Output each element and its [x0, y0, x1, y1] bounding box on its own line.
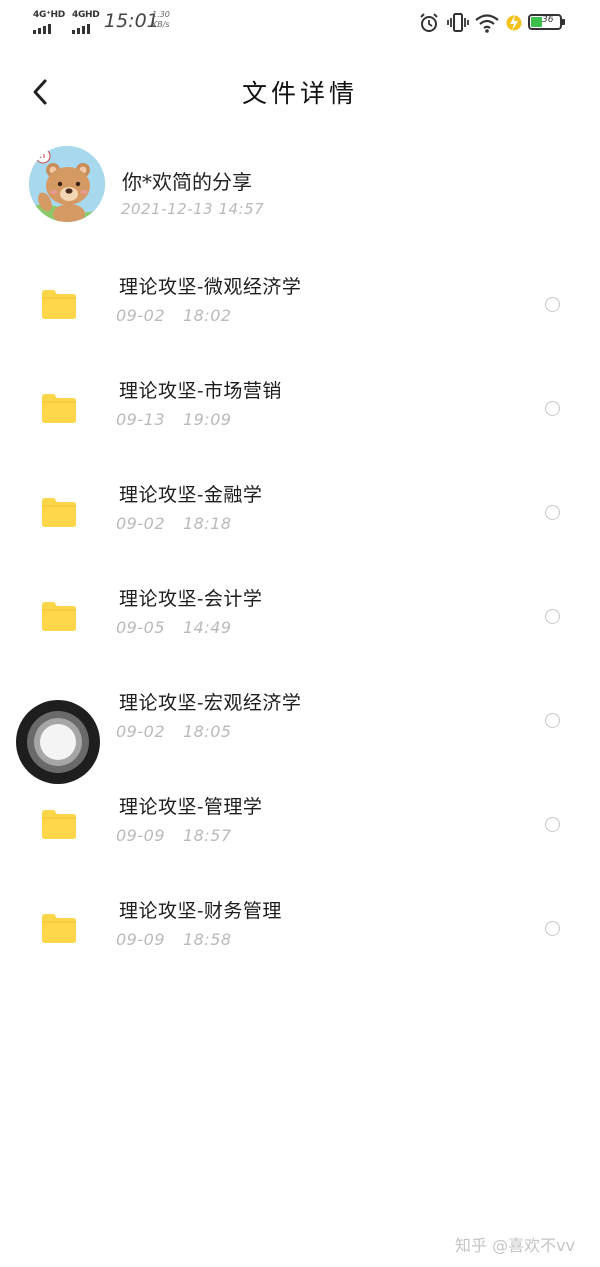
list-item[interactable]: 理论攻坚-会计学 09-05 14:49 [0, 564, 600, 664]
list-item[interactable]: 理论攻坚-微观经济学 09-02 18:02 [0, 252, 600, 352]
folder-icon [42, 394, 76, 423]
network-label-2: 4GHD [72, 10, 100, 20]
status-bar: 4G⁺HD 4GHD 15:01 1.30 KB/s 36 [0, 0, 600, 46]
list-item[interactable]: 理论攻坚-财务管理 09-09 18:58 [0, 876, 600, 976]
file-date: 09-09 18:58 [116, 930, 232, 949]
select-radio[interactable] [545, 921, 560, 936]
folder-icon [42, 290, 76, 319]
select-radio[interactable] [545, 401, 560, 416]
battery-icon: 36 [528, 14, 565, 30]
folder-icon [42, 914, 76, 943]
network-speed: 1.30 KB/s [152, 10, 170, 30]
file-date-day: 09-05 [116, 618, 165, 637]
select-radio[interactable] [545, 505, 560, 520]
floating-assistive-button[interactable] [16, 700, 100, 784]
file-date-time: 18:57 [183, 826, 232, 845]
file-date-time: 18:02 [183, 306, 232, 325]
network-label-1: 4G⁺HD [33, 10, 65, 20]
file-date: 09-09 18:57 [116, 826, 232, 845]
file-name: 理论攻坚-微观经济学 [119, 276, 302, 298]
share-time: 2021-12-13 14:57 [121, 200, 265, 218]
file-date: 09-13 19:09 [116, 410, 232, 429]
file-name: 理论攻坚-宏观经济学 [119, 692, 302, 714]
file-date-day: 09-02 [116, 514, 165, 533]
folder-icon [42, 498, 76, 527]
file-date-time: 19:09 [183, 410, 232, 429]
file-name: 理论攻坚-金融学 [119, 484, 263, 506]
select-radio[interactable] [545, 609, 560, 624]
file-name: 理论攻坚-财务管理 [119, 900, 282, 922]
wifi-icon [475, 14, 499, 33]
file-date-time: 18:05 [183, 722, 232, 741]
file-date-time: 18:18 [183, 514, 232, 533]
folder-icon [42, 602, 76, 631]
bear-avatar-icon [29, 146, 105, 222]
file-date-day: 09-13 [116, 410, 165, 429]
file-date: 09-05 14:49 [116, 618, 232, 637]
network-speed-unit: KB/s [152, 20, 170, 29]
file-name: 理论攻坚-管理学 [119, 796, 263, 818]
file-date-day: 09-02 [116, 722, 165, 741]
list-item[interactable]: 理论攻坚-管理学 09-09 18:57 [0, 772, 600, 872]
watermark: 知乎 @喜欢不vv [455, 1236, 576, 1255]
file-date-time: 14:49 [183, 618, 232, 637]
file-name: 理论攻坚-会计学 [119, 588, 263, 610]
page-title: 文件详情 [241, 79, 358, 108]
sharer-name: 你*欢简的分享 [122, 170, 252, 194]
battery-fill [531, 17, 542, 27]
file-date: 09-02 18:02 [116, 306, 232, 325]
signal-4g-icon: 4GHD [72, 10, 106, 34]
avatar[interactable] [29, 146, 105, 222]
list-item[interactable]: 理论攻坚-市场营销 09-13 19:09 [0, 356, 600, 456]
select-radio[interactable] [545, 817, 560, 832]
file-date-day: 09-02 [116, 306, 165, 325]
battery-level: 36 [542, 15, 554, 25]
file-date-day: 09-09 [116, 930, 165, 949]
file-date: 09-02 18:18 [116, 514, 232, 533]
file-date-day: 09-09 [116, 826, 165, 845]
network-speed-value: 1.30 [152, 10, 170, 19]
vibrate-icon [447, 13, 469, 32]
signal-4g-icon: 4G⁺HD [33, 10, 67, 34]
charging-icon [506, 15, 522, 31]
alarm-icon [420, 13, 438, 32]
list-item[interactable]: 理论攻坚-金融学 09-02 18:18 [0, 460, 600, 560]
select-radio[interactable] [545, 297, 560, 312]
folder-icon [42, 810, 76, 839]
select-radio[interactable] [545, 713, 560, 728]
file-name: 理论攻坚-市场营销 [119, 380, 282, 402]
file-date-time: 18:58 [183, 930, 232, 949]
file-date: 09-02 18:05 [116, 722, 232, 741]
status-time: 15:01 [104, 10, 159, 32]
